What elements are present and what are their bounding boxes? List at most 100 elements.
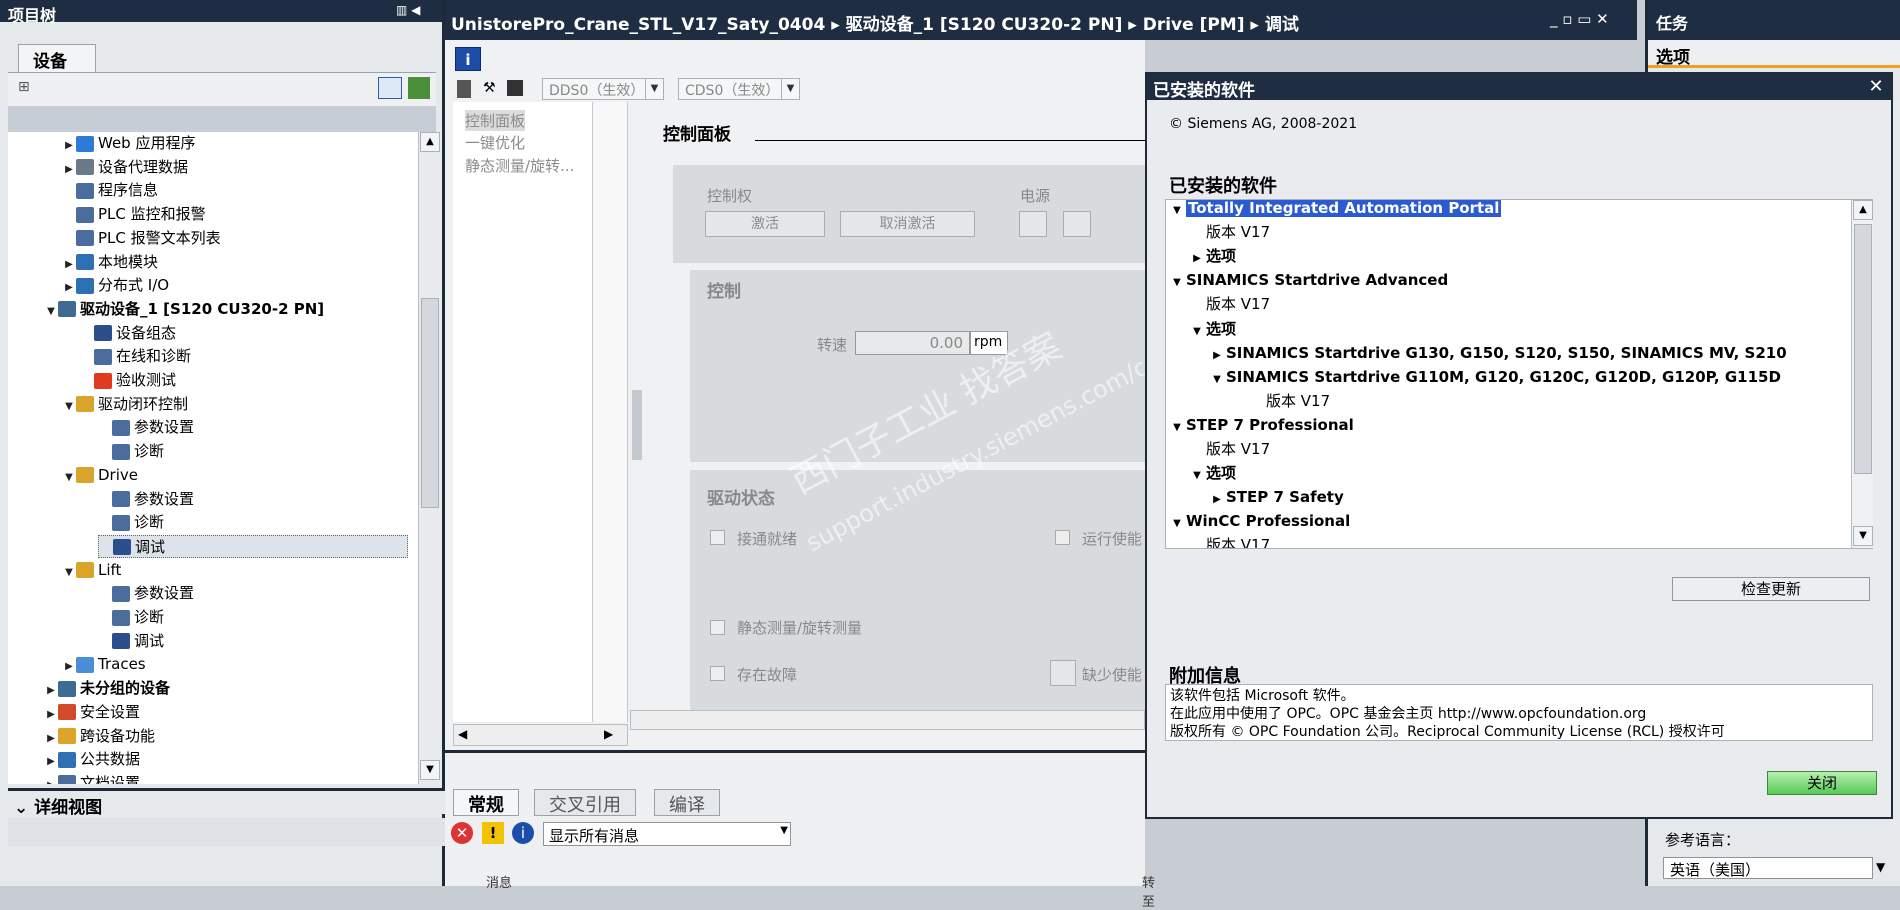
missing-enable-icon[interactable] [1050,660,1076,686]
save-icon[interactable] [457,80,471,98]
tree-item[interactable]: ▶ 本地模块 [62,251,158,274]
nav-hscroll[interactable]: ◀ ▶ [453,724,628,746]
tree-item[interactable]: ▼ Lift [62,559,121,582]
expand-icon[interactable]: ▶ [44,774,58,784]
software-item[interactable]: 版本 V17 [1188,220,1270,244]
collapse-icon[interactable]: ▼ [62,395,76,418]
detail-view-header[interactable]: ⌄ 详细视图 [8,788,445,818]
check-updates-button[interactable]: 检查更新 [1672,577,1870,601]
tree-item[interactable]: ▶ 文档设置 [44,772,140,784]
software-scrollbar[interactable]: ▲ ▼ [1851,200,1873,548]
tab-general[interactable]: 常规 [453,789,519,816]
nav-static-measurement[interactable]: 静态测量/旋转... [465,155,574,176]
tree-item[interactable]: 参数设置 [98,416,194,439]
tree-item[interactable]: PLC 监控和报警 [62,203,206,226]
activate-button[interactable]: 激活 [705,211,825,237]
software-item[interactable]: ▶ STEP 7 Safety [1208,485,1344,509]
software-item[interactable]: ▶ 选项 [1188,244,1236,268]
expand-icon[interactable]: ▶ [44,703,58,726]
software-item[interactable]: ▼ STEP 7 Professional [1168,413,1354,437]
ref-lang-select[interactable]: 英语（美国） [1663,857,1873,879]
software-item[interactable]: ▶ SINAMICS Startdrive G130, G150, S120, S… [1208,341,1787,365]
tree-item[interactable]: ▶ 安全设置 [44,701,140,724]
tree-scrollbar[interactable]: ▲ ▼ [418,132,442,784]
expand-icon[interactable]: ▶ [62,276,76,299]
collapse-icon[interactable]: ▼ [1168,200,1186,223]
error-filter-icon[interactable]: ✕ [451,822,473,844]
tree-item[interactable]: 参数设置 [98,488,194,511]
expand-icon[interactable]: ▶ [62,655,76,678]
expand-icon[interactable]: ▶ [62,134,76,157]
software-item[interactable]: ▼ SINAMICS Startdrive G110M, G120, G120C,… [1208,365,1781,389]
tree-item[interactable]: 参数设置 [98,582,194,605]
tree-item[interactable]: 调试 [98,630,164,653]
splitter[interactable] [632,390,642,460]
collapse-icon[interactable]: ▼ [1188,320,1206,344]
tree-item[interactable]: 诊断 [98,440,164,463]
tab-devices[interactable]: 设备 [18,44,96,72]
tree-item[interactable]: ▶ Traces [62,653,145,678]
info-filter-icon[interactable]: i [512,822,534,844]
overview-icon[interactable] [378,77,402,99]
tree-item[interactable]: ▶ 跨设备功能 [44,725,155,748]
tab-cross-reference[interactable]: 交叉引用 [534,789,636,816]
options-header[interactable]: 选项 [1648,40,1900,68]
tree-item[interactable]: ▼ 驱动设备_1 [S120 CU320-2 PN] [44,298,324,321]
nav-control-panel[interactable]: 控制面板 [465,110,526,131]
dds-select[interactable]: DDS0（生效） ▼ [542,78,664,100]
speed-field[interactable]: 0.00 [855,331,970,355]
scroll-up-icon[interactable]: ▲ [420,132,440,152]
cds-select[interactable]: CDS0（生效） ▼ [678,78,800,100]
collapse-icon[interactable]: ▼ [62,561,76,584]
tab-compile[interactable]: 编译 [654,789,720,816]
info-icon[interactable]: i [455,47,481,71]
close-icon[interactable]: ✕ [1865,76,1887,98]
expand-icon[interactable]: ▶ [44,727,58,750]
message-filter-select[interactable]: 显示所有消息 ▼ [543,822,791,846]
software-item[interactable]: ▼ 选项 [1188,317,1236,341]
scroll-thumb[interactable] [1854,224,1872,474]
collapse-icon[interactable]: ▼ [62,466,76,489]
warning-filter-icon[interactable]: ! [482,822,504,844]
tree-item[interactable]: ▶ 设备代理数据 [62,156,188,179]
tree-item[interactable]: 诊断 [98,606,164,629]
software-item[interactable]: ▼ SINAMICS Startdrive Advanced [1168,268,1448,292]
copy-icon[interactable] [507,80,523,96]
tree-item[interactable]: 在线和诊断 [80,345,191,368]
pin-icon[interactable]: ▥ ◀ [396,3,420,17]
software-item[interactable]: ▼ Totally Integrated Automation Portal [1168,200,1502,223]
expand-icon[interactable]: ▶ [62,158,76,181]
software-item[interactable]: ▼ WinCC Professional [1168,509,1350,533]
expand-icon[interactable]: ▶ [44,750,58,773]
tree-item[interactable]: 调试 [98,534,408,558]
software-item[interactable]: 版本 V17 [1188,533,1270,548]
collapse-icon[interactable]: ▼ [1188,464,1206,488]
tree-item[interactable]: ▼ Drive [62,464,138,487]
tree-item[interactable]: ▶ Web 应用程序 [62,132,195,155]
tree-item[interactable]: 程序信息 [62,179,158,202]
collapse-icon[interactable]: ▼ [1208,368,1226,392]
tree-item[interactable]: 验收测试 [80,369,176,392]
tree-view-icon[interactable]: ⊞ [18,79,30,95]
software-item[interactable]: 版本 V17 [1188,292,1270,316]
tree-item[interactable]: ▼ 驱动闭环控制 [62,393,188,416]
export-icon[interactable] [408,77,430,99]
tree-item[interactable]: PLC 报警文本列表 [62,227,221,250]
scroll-up-icon[interactable]: ▲ [1853,200,1873,220]
scroll-thumb[interactable] [421,298,439,508]
panel-hscroll[interactable] [630,710,1145,730]
tree-item[interactable]: 诊断 [98,511,164,534]
power-on-button[interactable] [1019,211,1047,237]
scroll-down-icon[interactable]: ▼ [420,760,440,780]
tool-icon[interactable]: ⚒ [483,80,496,96]
software-item[interactable]: 版本 V17 [1188,437,1270,461]
window-controls[interactable]: _ ▫ ▭ ✕ [1550,10,1609,28]
power-off-button[interactable] [1063,211,1091,237]
nav-one-button-tuning[interactable]: 一键优化 [465,132,525,153]
software-item[interactable]: ▼ 选项 [1188,461,1236,485]
software-item[interactable]: 版本 V17 [1248,389,1330,413]
collapse-icon[interactable]: ▼ [1168,271,1186,295]
expand-icon[interactable]: ▶ [44,679,58,702]
tree-item[interactable]: 设备组态 [80,322,176,345]
tree-item[interactable]: ▶ 公共数据 [44,748,140,771]
